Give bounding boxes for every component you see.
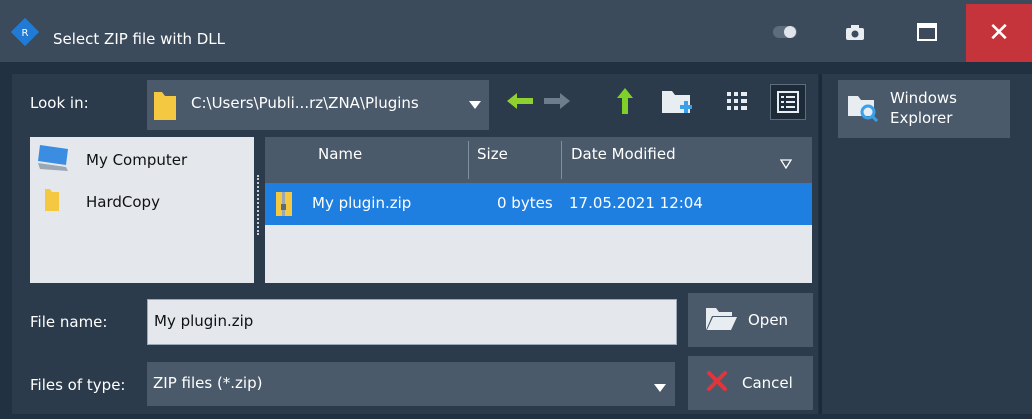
place-label: HardCopy <box>86 193 160 211</box>
windows-explorer-button[interactable]: Windows Explorer <box>838 80 1010 138</box>
column-header-size[interactable]: Size <box>477 145 508 163</box>
column-header-name[interactable]: Name <box>318 145 362 163</box>
windows-explorer-label: Windows Explorer <box>890 89 957 127</box>
forward-arrow-icon[interactable] <box>540 84 574 118</box>
place-label: My Computer <box>86 151 188 169</box>
cancel-label: Cancel <box>742 374 793 392</box>
file-list[interactable]: Name Size Date Modified My plugin.zip 0 … <box>265 137 812 283</box>
file-type-select[interactable]: ZIP files (*.zip) <box>147 362 675 406</box>
file-type-label: Files of type: <box>30 376 126 394</box>
look-in-path: C:\Users\Publi...rz\ZNA\Plugins <box>191 94 419 112</box>
file-list-header: Name Size Date Modified <box>265 137 812 183</box>
app-logo-icon: R <box>10 17 40 47</box>
close-button[interactable]: ✕ <box>966 4 1032 62</box>
look-in-label: Look in: <box>30 94 89 112</box>
open-label: Open <box>748 311 789 329</box>
back-arrow-icon[interactable] <box>503 84 537 118</box>
file-name-cell: My plugin.zip <box>312 194 412 212</box>
file-name-label: File name: <box>30 313 108 331</box>
folder-icon <box>44 187 60 217</box>
cancel-icon <box>706 370 728 396</box>
maximize-icon[interactable] <box>912 14 942 50</box>
cancel-button[interactable]: Cancel <box>688 356 813 410</box>
file-size-cell: 0 bytes <box>497 194 553 212</box>
window-title: Select ZIP file with DLL <box>53 30 226 48</box>
look-in-combo[interactable]: C:\Users\Publi...rz\ZNA\Plugins <box>147 80 489 130</box>
chevron-down-icon <box>469 96 481 114</box>
sort-arrow-icon <box>779 155 793 173</box>
camera-icon[interactable] <box>840 14 870 50</box>
column-divider <box>561 141 562 179</box>
computer-icon <box>36 143 72 177</box>
close-icon: ✕ <box>988 18 1010 48</box>
toggle-icon[interactable] <box>770 14 800 50</box>
chevron-down-icon <box>654 379 666 397</box>
folder-icon <box>152 88 178 126</box>
place-hardcopy[interactable]: HardCopy <box>36 185 160 219</box>
svg-text:R: R <box>22 28 29 39</box>
file-date-cell: 17.05.2021 12:04 <box>569 194 703 212</box>
file-type-value: ZIP files (*.zip) <box>153 374 263 392</box>
splitter-handle[interactable] <box>257 175 261 235</box>
table-row[interactable]: My plugin.zip 0 bytes 17.05.2021 12:04 <box>265 183 812 225</box>
column-header-date[interactable]: Date Modified <box>571 145 676 163</box>
up-arrow-icon[interactable] <box>608 84 642 118</box>
explorer-icon <box>846 92 880 128</box>
list-view-icon[interactable] <box>720 84 754 118</box>
place-my-computer[interactable]: My Computer <box>36 143 187 177</box>
detail-view-icon[interactable] <box>770 84 806 120</box>
open-button[interactable]: Open <box>688 293 813 347</box>
file-name-value: My plugin.zip <box>154 312 254 330</box>
places-panel: My Computer HardCopy <box>30 137 254 283</box>
column-divider <box>468 141 469 179</box>
file-name-field[interactable]: My plugin.zip <box>147 299 677 345</box>
open-folder-icon <box>704 304 738 336</box>
zip-file-icon <box>275 190 295 222</box>
file-dialog: R Select ZIP file with DLL ✕ Look in: C:… <box>0 0 1032 419</box>
title-bar: R Select ZIP file with DLL ✕ <box>0 0 1032 62</box>
new-folder-icon[interactable] <box>660 84 694 118</box>
